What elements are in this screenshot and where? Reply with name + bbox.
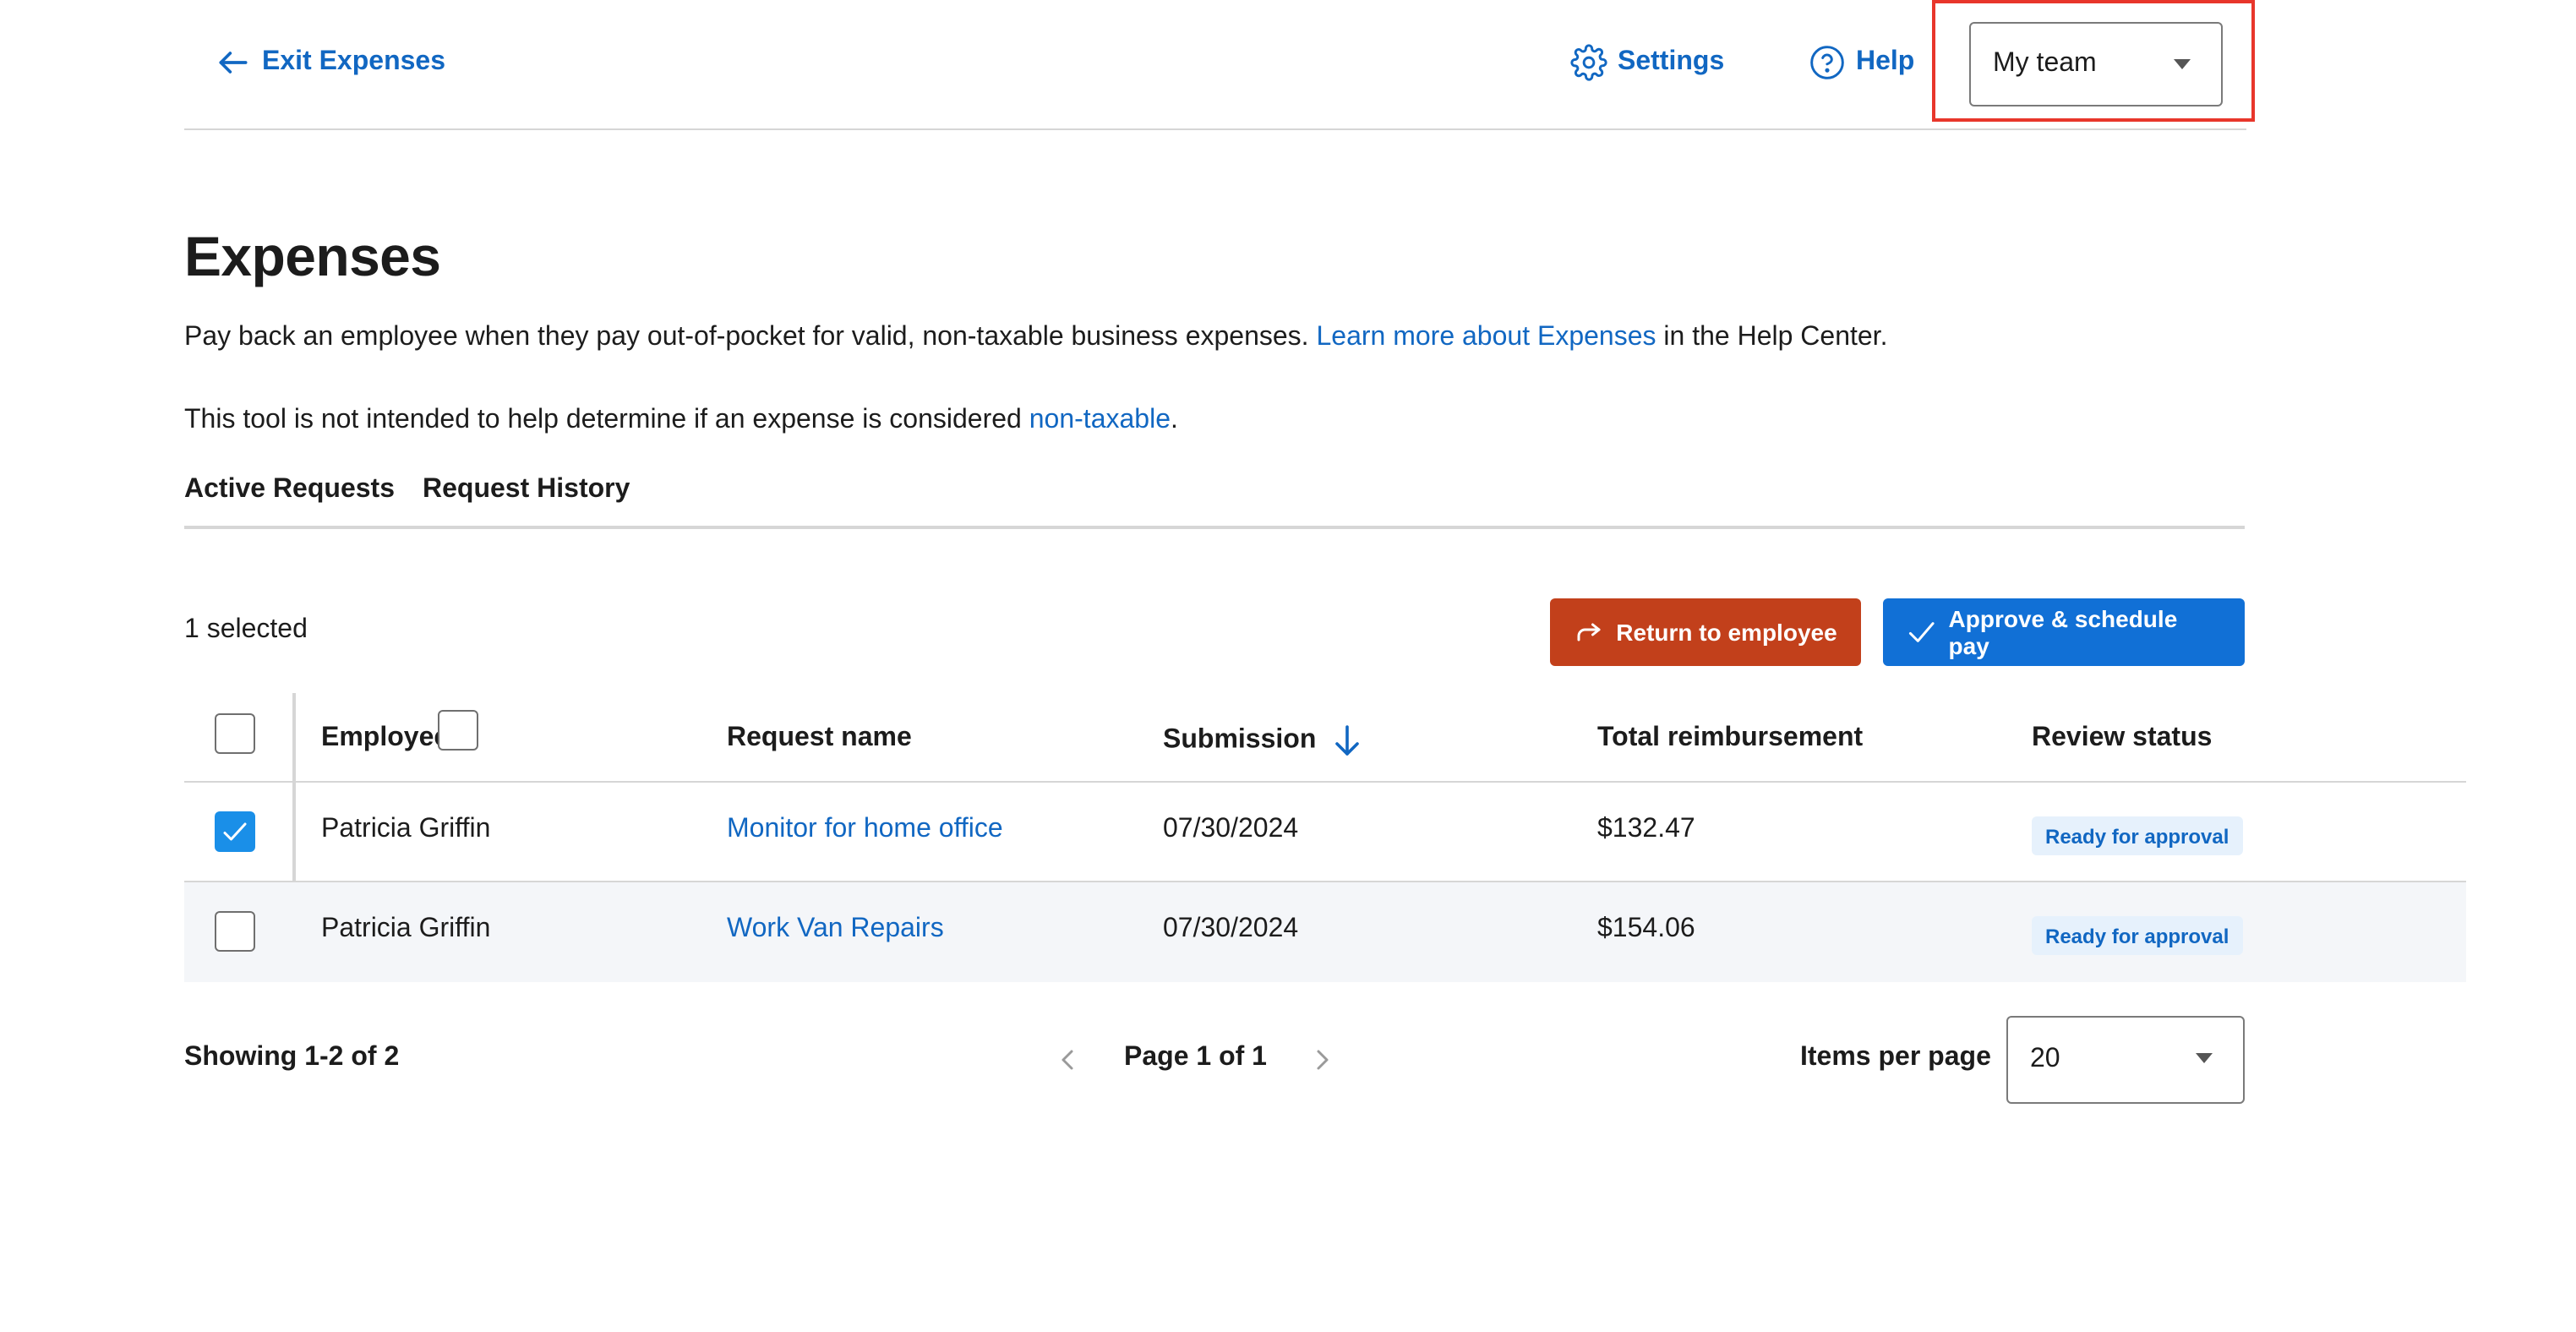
table-header: Employee Request name Submission Total r… [184, 693, 2466, 783]
return-to-employee-button[interactable]: Return to employee [1550, 598, 1861, 666]
col-review-status[interactable]: Review status [2032, 723, 2212, 754]
chevron-left-icon[interactable] [1055, 1046, 1082, 1073]
items-per-page-label: Items per page [1800, 1043, 1991, 1072]
settings-label: Settings [1618, 47, 1725, 76]
help-link[interactable]: Help [1809, 44, 1914, 81]
learn-more-link[interactable]: Learn more about Expenses [1316, 323, 1656, 352]
top-bar: Exit Expenses Settings Help My team [184, 0, 2255, 130]
expenses-table: Employee Request name Submission Total r… [184, 693, 2466, 982]
sort-arrow-down-icon[interactable] [1334, 723, 1361, 757]
arrow-left-icon [219, 52, 248, 74]
col-employee[interactable]: Employee [321, 723, 449, 754]
submission-date: 07/30/2024 [1163, 914, 1299, 943]
row-checkbox[interactable] [215, 911, 255, 952]
checkmark-icon [223, 822, 247, 841]
caret-down-icon [2196, 1053, 2213, 1063]
team-select-dropdown[interactable]: My team [1969, 22, 2223, 106]
page-description: Pay back an employee when they pay out-o… [184, 323, 1887, 353]
approve-button-label: Approve & schedule pay [1948, 605, 2178, 659]
approve-schedule-pay-button[interactable]: Approve & schedule pay [1883, 598, 2245, 666]
status-badge: Ready for approval [2032, 916, 2243, 955]
page-note: This tool is not intended to help determ… [184, 406, 1178, 436]
chevron-right-icon[interactable] [1308, 1046, 1335, 1073]
note-suffix: . [1171, 406, 1178, 434]
help-circle-icon [1810, 46, 1844, 79]
tab-request-history[interactable]: Request History [423, 475, 630, 505]
description-suffix: in the Help Center. [1663, 323, 1888, 352]
total-reimbursement: $132.47 [1597, 815, 1695, 843]
request-name-link[interactable]: Work Van Repairs [727, 914, 944, 945]
submission-date: 07/30/2024 [1163, 815, 1299, 843]
checkmark-icon [1908, 622, 1935, 642]
total-reimbursement: $154.06 [1597, 914, 1695, 943]
col-submission[interactable]: Submission [1163, 723, 1361, 757]
caret-down-icon [2174, 59, 2191, 69]
employee-name: Patricia Griffin [321, 815, 491, 843]
return-arrow-icon [1577, 623, 1601, 641]
tab-active-requests[interactable]: Active Requests [184, 475, 395, 505]
page-title: Expenses [184, 225, 441, 287]
exit-expenses-link[interactable]: Exit Expenses [215, 44, 445, 81]
status-badge: Ready for approval [2032, 816, 2243, 855]
showing-count: Showing 1-2 of 2 [184, 1043, 400, 1072]
col-request-name[interactable]: Request name [727, 723, 912, 754]
app-root: Exit Expenses Settings Help My team Expe… [0, 0, 2576, 1332]
table-row[interactable]: Patricia Griffin Work Van Repairs 07/30/… [184, 882, 2466, 982]
items-per-page-value: 20 [2030, 1045, 2060, 1073]
employee-name: Patricia Griffin [321, 914, 491, 943]
column-overlay-checkbox[interactable] [438, 710, 478, 751]
non-taxable-link[interactable]: non-taxable [1029, 406, 1171, 434]
row-checkbox[interactable] [215, 811, 255, 852]
page-indicator: Page 1 of 1 [1124, 1043, 1267, 1072]
note-prefix: This tool is not intended to help determ… [184, 406, 1022, 434]
description-prefix: Pay back an employee when they pay out-o… [184, 323, 1309, 352]
team-select-value: My team [1993, 49, 2097, 78]
selected-count: 1 selected [184, 615, 308, 644]
return-button-label: Return to employee [1616, 619, 1837, 646]
help-label: Help [1856, 47, 1915, 76]
select-all-checkbox[interactable] [215, 713, 255, 754]
tab-bar: Active Requests Request History [184, 472, 2245, 529]
items-per-page-select[interactable]: 20 [2006, 1016, 2245, 1104]
table-row[interactable]: Patricia Griffin Monitor for home office… [184, 783, 2466, 882]
gear-icon [1570, 44, 1607, 81]
request-name-link[interactable]: Monitor for home office [727, 815, 1003, 845]
col-submission-label: Submission [1163, 725, 1317, 755]
col-total-reimbursement[interactable]: Total reimbursement [1597, 723, 1863, 754]
settings-link[interactable]: Settings [1570, 44, 1724, 81]
exit-expenses-label: Exit Expenses [262, 47, 445, 76]
